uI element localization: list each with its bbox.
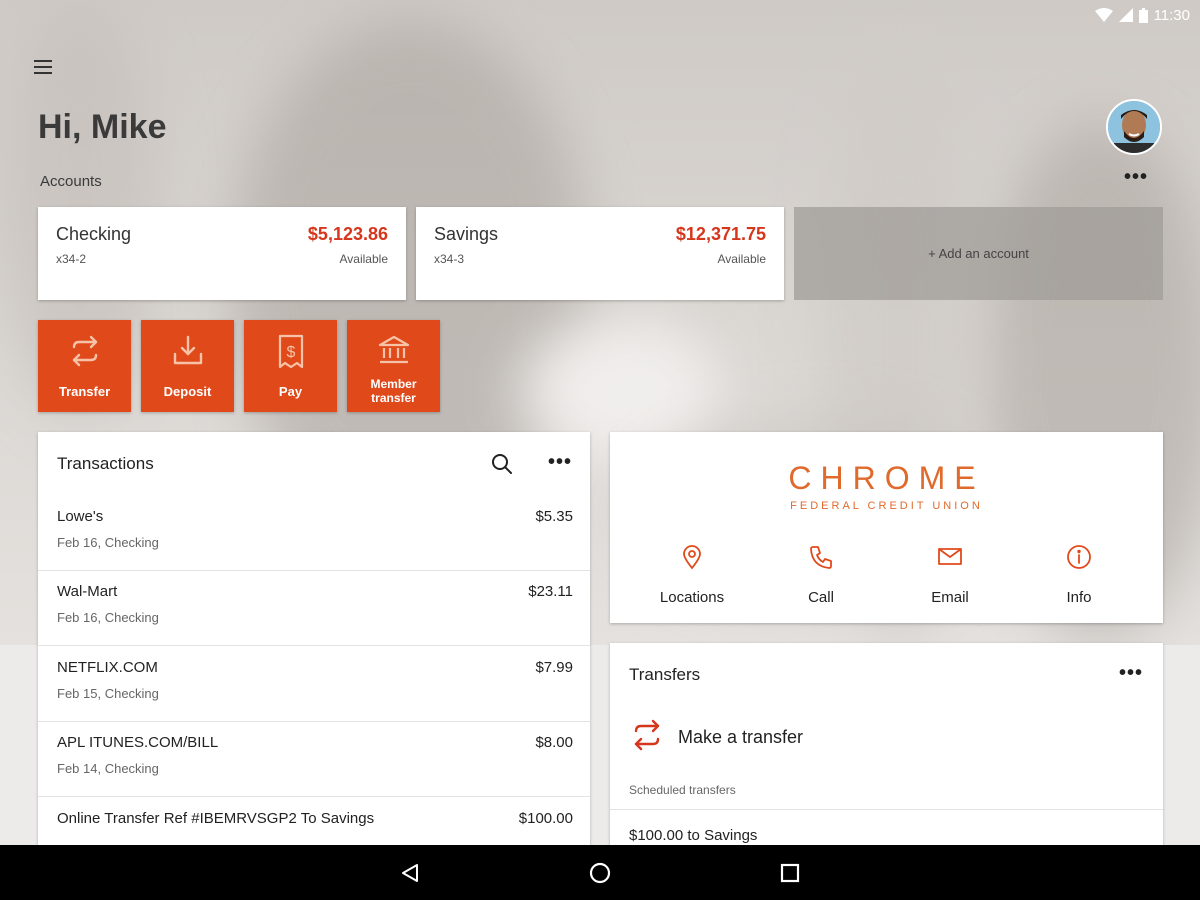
transaction-merchant: Lowe's: [57, 508, 104, 525]
balance-label: Available: [339, 252, 388, 266]
credit-union-logo: CHROME: [788, 460, 985, 496]
credit-union-card: CHROME FEDERAL CREDIT UNION Locations Ca…: [610, 432, 1163, 623]
pay-button[interactable]: $ Pay: [244, 320, 337, 412]
back-icon[interactable]: [396, 859, 424, 887]
transaction-amount: $7.99: [535, 659, 573, 676]
accounts-more-icon[interactable]: •••: [1124, 167, 1148, 187]
transaction-detail: Feb 16, Checking: [57, 535, 159, 550]
action-label-line1: Member: [370, 377, 417, 391]
account-balance: $5,123.86: [307, 224, 388, 244]
account-card-checking[interactable]: Checking x34-2 $5,123.86 Available: [38, 207, 406, 300]
phone-icon: [757, 544, 885, 572]
add-account-button[interactable]: + Add an account: [794, 207, 1163, 300]
transfer-button[interactable]: Transfer: [38, 320, 131, 412]
battery-icon: [1138, 7, 1148, 23]
transaction-merchant: APL ITUNES.COM/BILL: [57, 734, 219, 751]
recents-icon[interactable]: [776, 859, 804, 887]
transaction-amount: $8.00: [535, 734, 573, 751]
make-transfer-button[interactable]: Make a transfer: [630, 717, 803, 757]
transfer-icon: [38, 334, 131, 368]
avatar[interactable]: [1106, 99, 1162, 155]
transaction-detail: Feb 15, Checking: [57, 686, 159, 701]
credit-union-subtitle: FEDERAL CREDIT UNION: [790, 500, 983, 512]
transaction-merchant: Wal-Mart: [57, 583, 118, 600]
info-icon: [1015, 544, 1143, 572]
account-name: Checking: [56, 224, 132, 244]
divider: [610, 809, 1163, 810]
transaction-detail: Feb 16, Checking: [57, 610, 159, 625]
greeting-title: Hi, Mike: [38, 108, 167, 146]
deposit-button[interactable]: Deposit: [141, 320, 234, 412]
signal-icon: [1118, 8, 1133, 22]
transactions-title: Transactions: [57, 454, 154, 473]
email-link[interactable]: Email: [886, 544, 1014, 606]
email-icon: [886, 544, 1014, 572]
transfer-icon: [630, 718, 664, 757]
locations-link[interactable]: Locations: [628, 544, 756, 606]
transactions-card: Transactions ••• Lowe's Feb 16, Checking…: [38, 432, 590, 852]
menu-icon[interactable]: [30, 56, 56, 78]
transaction-row[interactable]: Wal-Mart Feb 16, Checking $23.11: [38, 570, 590, 646]
transaction-row[interactable]: APL ITUNES.COM/BILL Feb 14, Checking $8.…: [38, 721, 590, 797]
account-balance: $12,371.75: [675, 224, 766, 244]
account-card-savings[interactable]: Savings x34-3 $12,371.75 Available: [416, 207, 784, 300]
link-label: Call: [808, 589, 834, 606]
svg-text:$: $: [286, 344, 295, 361]
transaction-amount: $5.35: [535, 508, 573, 525]
account-number: x34-2: [56, 252, 87, 266]
bank-icon: [347, 334, 440, 366]
status-bar: 11:30: [1094, 4, 1190, 26]
scheduled-transfer-item[interactable]: $100.00 to Savings: [629, 827, 757, 844]
bill-icon: $: [244, 334, 337, 370]
transactions-more-icon[interactable]: •••: [548, 452, 572, 472]
transaction-amount: $100.00: [518, 810, 573, 827]
transaction-merchant: NETFLIX.COM: [57, 659, 158, 676]
action-label: Deposit: [163, 384, 212, 399]
account-number: x34-3: [434, 252, 465, 266]
accounts-label: Accounts: [40, 173, 102, 190]
transfers-title: Transfers: [629, 665, 701, 684]
balance-label: Available: [717, 252, 766, 266]
transfers-card: Transfers ••• Make a transfer Scheduled …: [610, 643, 1163, 863]
search-icon[interactable]: [490, 452, 514, 476]
transfers-more-icon[interactable]: •••: [1119, 663, 1143, 683]
info-link[interactable]: Info: [1015, 544, 1143, 606]
make-transfer-label: Make a transfer: [678, 726, 804, 747]
transaction-detail: Feb 14, Checking: [57, 761, 159, 776]
home-icon[interactable]: [586, 859, 614, 887]
link-label: Locations: [659, 589, 725, 606]
status-time: 11:30: [1153, 6, 1190, 24]
link-label: Email: [931, 589, 969, 606]
transaction-merchant: Online Transfer Ref #IBEMRVSGP2 To Savin…: [57, 810, 375, 827]
transaction-row[interactable]: NETFLIX.COM Feb 15, Checking $7.99: [38, 646, 590, 722]
navigation-bar: [0, 845, 1200, 900]
wifi-icon: [1094, 8, 1113, 22]
action-label-line2: transfer: [371, 391, 416, 405]
account-name: Savings: [434, 224, 499, 244]
action-label: Pay: [278, 384, 303, 399]
location-pin-icon: [628, 544, 756, 572]
deposit-icon: [141, 334, 234, 368]
transaction-row[interactable]: Lowe's Feb 16, Checking $5.35: [38, 495, 590, 571]
transaction-row[interactable]: Online Transfer Ref #IBEMRVSGP2 To Savin…: [38, 797, 590, 852]
scheduled-transfers-label: Scheduled transfers: [629, 783, 736, 797]
call-link[interactable]: Call: [757, 544, 885, 606]
action-label: Transfer: [58, 384, 111, 399]
transaction-amount: $23.11: [528, 583, 573, 600]
member-transfer-button[interactable]: Member transfer: [347, 320, 440, 412]
action-label: Member transfer: [347, 377, 440, 405]
link-label: Info: [1066, 589, 1092, 606]
